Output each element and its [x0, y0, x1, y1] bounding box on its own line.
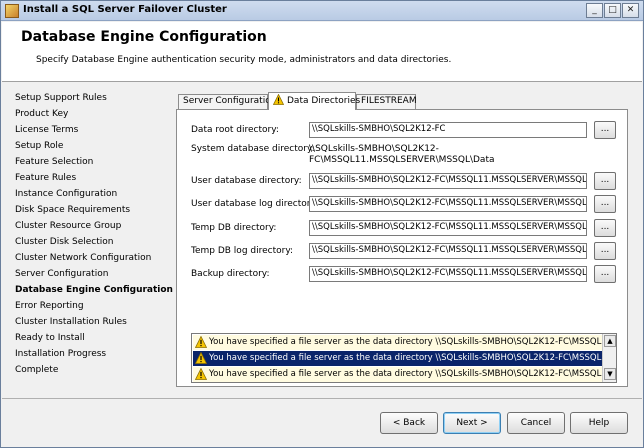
system-db-label: System database directory:	[191, 144, 315, 154]
wizard-steps-nav: Setup Support Rules Product Key License …	[2, 83, 173, 398]
setup-window: Install a SQL Server Failover Cluster _ …	[0, 0, 644, 448]
tempdb-browse-button[interactable]: ...	[594, 219, 616, 237]
tempdb-log-browse-button[interactable]: ...	[594, 242, 616, 260]
warning-icon	[195, 368, 207, 380]
cancel-button[interactable]: Cancel	[507, 412, 565, 434]
nav-item-cluster-resource-group[interactable]: Cluster Resource Group	[15, 221, 121, 236]
window-title: Install a SQL Server Failover Cluster	[23, 4, 227, 15]
tab-data-directories-label: Data Directories	[287, 96, 361, 106]
tab-data-directories[interactable]: Data Directories	[268, 92, 360, 110]
nav-item-instance-configuration[interactable]: Instance Configuration	[15, 189, 117, 204]
system-db-value: \\SQLskills-SMBHO\SQL2K12-FC\MSSQL11.MSS…	[309, 144, 495, 165]
nav-item-feature-rules[interactable]: Feature Rules	[15, 173, 76, 188]
close-button[interactable]: ✕	[622, 3, 639, 18]
warnings-scrollbar[interactable]: ▲ ▼	[602, 334, 616, 382]
nav-item-disk-space-requirements[interactable]: Disk Space Requirements	[15, 205, 130, 220]
warning-text: You have specified a file server as the …	[209, 337, 602, 347]
nav-item-cluster-installation-rules[interactable]: Cluster Installation Rules	[15, 317, 127, 332]
warning-icon	[195, 352, 207, 364]
warning-text: You have specified a file server as the …	[209, 353, 602, 363]
tempdb-input[interactable]: \\SQLskills-SMBHO\SQL2K12-FC\MSSQL11.MSS…	[309, 220, 587, 236]
nav-item-setup-role[interactable]: Setup Role	[15, 141, 63, 156]
nav-item-setup-support-rules[interactable]: Setup Support Rules	[15, 93, 107, 108]
back-button[interactable]: < Back	[380, 412, 438, 434]
data-root-browse-button[interactable]: ...	[594, 121, 616, 139]
user-log-label: User database log directory:	[191, 199, 319, 209]
warning-row[interactable]: You have specified a file server as the …	[193, 335, 602, 350]
nav-item-cluster-network-configuration[interactable]: Cluster Network Configuration	[15, 253, 151, 268]
nav-item-database-engine-configuration[interactable]: Database Engine Configuration	[15, 285, 173, 300]
data-root-input[interactable]: \\SQLskills-SMBHO\SQL2K12-FC	[309, 122, 587, 138]
footer-divider	[2, 398, 642, 399]
backup-label: Backup directory:	[191, 269, 270, 279]
nav-item-feature-selection[interactable]: Feature Selection	[15, 157, 93, 172]
page-title: Database Engine Configuration	[21, 29, 267, 45]
nav-item-license-terms[interactable]: License Terms	[15, 125, 78, 140]
title-bar[interactable]: Install a SQL Server Failover Cluster _ …	[1, 1, 643, 21]
tempdb-log-input[interactable]: \\SQLskills-SMBHO\SQL2K12-FC\MSSQL11.MSS…	[309, 243, 587, 259]
sql-setup-icon	[5, 4, 19, 18]
page-header: Database Engine Configuration Specify Da…	[2, 22, 642, 82]
tempdb-log-label: Temp DB log directory:	[191, 246, 294, 256]
data-directories-panel: Data root directory: \\SQLskills-SMBHO\S…	[176, 109, 628, 387]
page-description: Specify Database Engine authentication s…	[36, 55, 452, 65]
nav-item-cluster-disk-selection[interactable]: Cluster Disk Selection	[15, 237, 113, 252]
warnings-list[interactable]: You have specified a file server as the …	[191, 333, 617, 383]
warning-text: You have specified a file server as the …	[209, 369, 602, 379]
warning-row-selected[interactable]: You have specified a file server as the …	[193, 351, 602, 366]
nav-item-error-reporting[interactable]: Error Reporting	[15, 301, 84, 316]
next-button[interactable]: Next >	[443, 412, 501, 434]
warning-icon	[195, 336, 207, 348]
maximize-button[interactable]: □	[604, 3, 621, 18]
scroll-up-icon[interactable]: ▲	[604, 335, 616, 347]
user-db-input[interactable]: \\SQLskills-SMBHO\SQL2K12-FC\MSSQL11.MSS…	[309, 173, 587, 189]
warning-icon	[273, 94, 284, 105]
tab-filestream[interactable]: FILESTREAM	[356, 94, 417, 109]
user-log-browse-button[interactable]: ...	[594, 195, 616, 213]
data-root-label: Data root directory:	[191, 125, 279, 135]
nav-item-server-configuration[interactable]: Server Configuration	[15, 269, 108, 284]
minimize-button[interactable]: _	[586, 3, 603, 18]
scroll-down-icon[interactable]: ▼	[604, 368, 616, 380]
nav-item-ready-to-install[interactable]: Ready to Install	[15, 333, 85, 348]
tab-server-configuration[interactable]: Server Configuration	[178, 94, 276, 109]
user-db-browse-button[interactable]: ...	[594, 172, 616, 190]
nav-item-product-key[interactable]: Product Key	[15, 109, 68, 124]
nav-item-complete[interactable]: Complete	[15, 365, 58, 380]
backup-input[interactable]: \\SQLskills-SMBHO\SQL2K12-FC\MSSQL11.MSS…	[309, 266, 587, 282]
user-log-input[interactable]: \\SQLskills-SMBHO\SQL2K12-FC\MSSQL11.MSS…	[309, 196, 587, 212]
warning-row[interactable]: You have specified a file server as the …	[193, 367, 602, 382]
tempdb-label: Temp DB directory:	[191, 223, 277, 233]
help-button[interactable]: Help	[570, 412, 628, 434]
user-db-label: User database directory:	[191, 176, 302, 186]
backup-browse-button[interactable]: ...	[594, 265, 616, 283]
nav-item-installation-progress[interactable]: Installation Progress	[15, 349, 106, 364]
